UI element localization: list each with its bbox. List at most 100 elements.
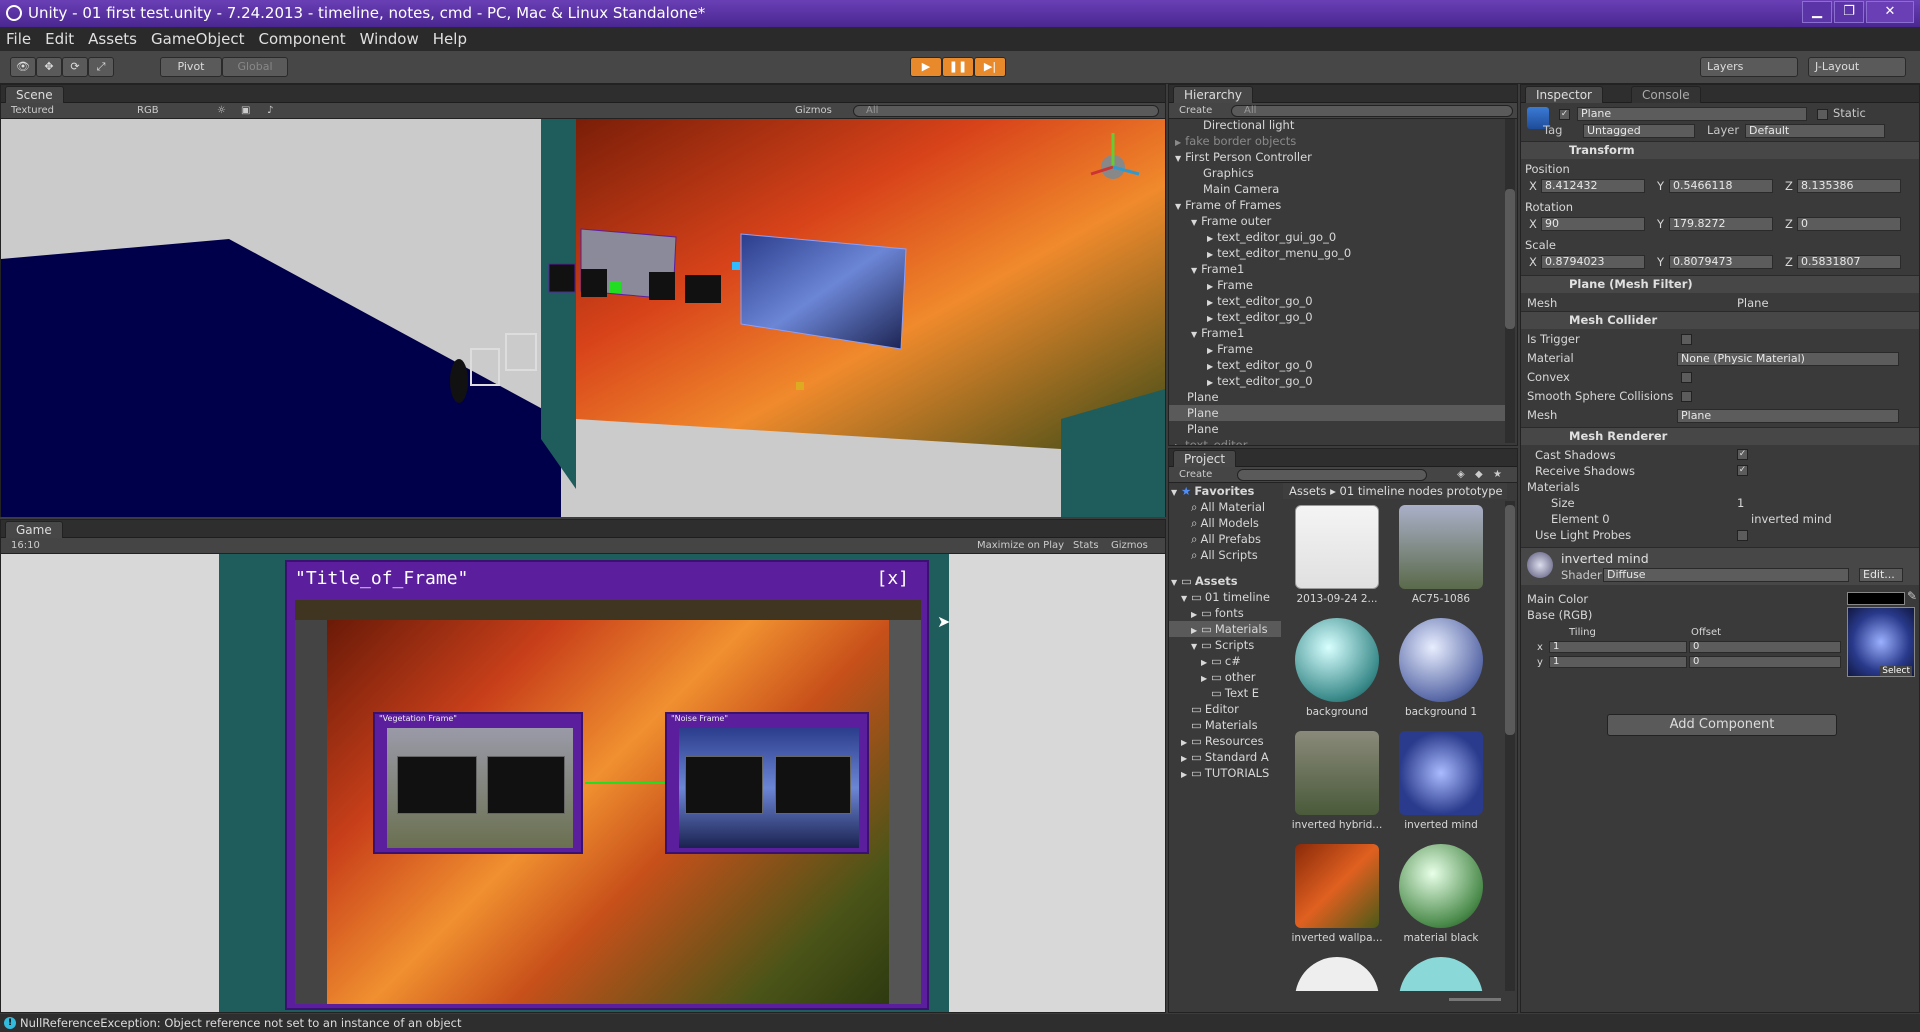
base-texture-thumbnail[interactable]: Select [1847, 607, 1915, 677]
favorite-item[interactable]: ⌕ All Models [1169, 515, 1281, 531]
shader-dropdown[interactable]: Diffuse [1603, 568, 1849, 582]
active-checkbox[interactable]: ✓ [1559, 109, 1570, 120]
scene-gizmos-dropdown[interactable]: Gizmos [791, 104, 841, 118]
hierarchy-item[interactable]: ▶ text_editor_go_0 [1169, 357, 1505, 373]
hierarchy-item[interactable]: ▼ Frame1 [1169, 261, 1505, 277]
tab-scene[interactable]: Scene [5, 86, 64, 103]
asset-thumbnail[interactable] [1295, 731, 1379, 815]
folder-arrow-icon[interactable]: ▼ [1191, 639, 1201, 655]
collapse-arrow-icon[interactable]: ▶ [1207, 234, 1213, 243]
frame-scrollbar[interactable] [889, 620, 921, 1004]
materials-size-value[interactable]: 1 [1737, 495, 1797, 511]
maximize-on-play-toggle[interactable]: Maximize on Play [973, 539, 1068, 553]
expand-arrow-icon[interactable]: ▼ [1191, 218, 1197, 227]
collapse-arrow-icon[interactable]: ▶ [1207, 346, 1213, 355]
collapse-arrow-icon[interactable]: ▶ [1175, 138, 1181, 147]
layout-dropdown[interactable]: J-Layout [1808, 57, 1906, 77]
hierarchy-item[interactable]: ▶ fake border objects [1169, 133, 1505, 149]
hierarchy-item[interactable]: ▶ text_editor [1169, 437, 1505, 445]
transform-header[interactable]: Transform [1521, 141, 1919, 159]
asset-thumbnail-partial[interactable] [1295, 957, 1379, 991]
favorite-item[interactable]: ⌕ All Prefabs [1169, 531, 1281, 547]
hierarchy-item[interactable]: Graphics [1169, 165, 1505, 181]
hierarchy-create-dropdown[interactable]: Create [1175, 104, 1216, 118]
frame-close-button[interactable]: [x] [876, 568, 909, 589]
collapse-arrow-icon[interactable]: ▶ [1207, 250, 1213, 259]
scale-x-field[interactable]: 0.8794023 [1541, 255, 1645, 269]
light-probes-checkbox[interactable] [1737, 530, 1748, 541]
audio-toggle-icon[interactable]: ♪ [263, 104, 277, 118]
skybox-toggle-icon[interactable]: ▣ [237, 104, 254, 118]
material-header[interactable]: inverted mind Shader Diffuse Edit... [1521, 547, 1919, 585]
static-checkbox[interactable] [1817, 109, 1828, 120]
main-color-swatch[interactable] [1847, 592, 1905, 605]
asset-thumbnail[interactable] [1399, 505, 1483, 589]
collapse-arrow-icon[interactable]: ▶ [1175, 442, 1181, 445]
tab-game[interactable]: Game [5, 521, 63, 538]
hierarchy-item[interactable]: ▶ text_editor_go_0 [1169, 309, 1505, 325]
project-create-dropdown[interactable]: Create [1175, 468, 1216, 482]
smooth-collisions-checkbox[interactable] [1681, 391, 1692, 402]
favorite-item[interactable]: ⌕ All Material [1169, 499, 1281, 515]
tab-hierarchy[interactable]: Hierarchy [1173, 86, 1254, 103]
folder-item[interactable]: ▶ ▭ Resources [1169, 733, 1281, 749]
expand-arrow-icon[interactable]: ▼ [1191, 330, 1197, 339]
rotation-x-field[interactable]: 90 [1541, 217, 1645, 231]
asset-thumbnail[interactable] [1399, 844, 1483, 928]
expand-arrow-icon[interactable]: ▼ [1191, 266, 1197, 275]
global-toggle[interactable]: Global [222, 57, 288, 77]
pivot-toggle[interactable]: Pivot [160, 57, 222, 77]
tab-console[interactable]: Console [1631, 86, 1701, 103]
collapse-arrow-icon[interactable]: ▶ [1207, 314, 1213, 323]
menu-edit[interactable]: Edit [45, 30, 74, 48]
hierarchy-item[interactable]: ▶ Frame [1169, 341, 1505, 357]
folder-item[interactable]: ▭ Editor [1169, 701, 1281, 717]
layers-dropdown[interactable]: Layers [1700, 57, 1798, 77]
main-frame-window[interactable]: "Title_of_Frame" [x] "Vegetation Frame" … [285, 560, 929, 1010]
folder-arrow-icon[interactable]: ▼ [1171, 575, 1181, 591]
tab-inspector[interactable]: Inspector [1525, 86, 1603, 103]
lighting-toggle-icon[interactable]: ☼ [213, 104, 230, 118]
add-component-button[interactable]: Add Component [1607, 714, 1837, 736]
layer-dropdown[interactable]: Default [1745, 124, 1885, 138]
folder-item[interactable]: ▭ Materials [1169, 717, 1281, 733]
shader-edit-button[interactable]: Edit... [1859, 568, 1903, 582]
rotation-z-field[interactable]: 0 [1797, 217, 1901, 231]
breadcrumb-folder[interactable]: 01 timeline nodes prototype [1340, 484, 1503, 498]
color-mode-dropdown[interactable]: RGB [133, 104, 203, 118]
folder-item[interactable]: ▭ Text E [1169, 685, 1281, 701]
folder-item[interactable]: ▶ ▭ c# [1169, 653, 1281, 669]
element-0-value[interactable]: inverted mind [1737, 511, 1887, 527]
scene-search-input[interactable]: All [853, 105, 1159, 117]
position-y-field[interactable]: 0.5466118 [1669, 179, 1773, 193]
expand-arrow-icon[interactable]: ▼ [1175, 154, 1181, 163]
is-trigger-checkbox[interactable] [1681, 334, 1692, 345]
mesh-filter-mesh-value[interactable]: Plane [1737, 295, 1877, 311]
aspect-dropdown[interactable]: 16:10 [7, 539, 163, 553]
hierarchy-item[interactable]: ▶ text_editor_go_0 [1169, 373, 1505, 389]
menu-component[interactable]: Component [259, 30, 346, 48]
hierarchy-item[interactable]: ▶ text_editor_menu_go_0 [1169, 245, 1505, 261]
minimize-button[interactable]: ▁ [1802, 1, 1832, 23]
position-x-field[interactable]: 8.412432 [1541, 179, 1645, 193]
maximize-button[interactable]: ❐ [1834, 1, 1864, 23]
folder-item[interactable]: ▶ ▭ Materials [1169, 621, 1281, 637]
text-editor-4[interactable] [775, 756, 851, 814]
menu-assets[interactable]: Assets [88, 30, 137, 48]
status-bar[interactable]: ! NullReferenceException: Object referen… [0, 1014, 1920, 1032]
rotation-y-field[interactable]: 179.8272 [1669, 217, 1773, 231]
asset-thumbnail[interactable] [1295, 844, 1379, 928]
project-search-input[interactable] [1237, 469, 1427, 481]
thumbnail-size-slider[interactable] [1449, 998, 1501, 1001]
folder-arrow-icon[interactable]: ▼ [1181, 591, 1191, 607]
rotate-tool-icon[interactable]: ⟳ [62, 57, 88, 77]
filter-by-type-icon[interactable]: ◈ [1453, 468, 1469, 482]
hierarchy-search-input[interactable]: All [1231, 105, 1513, 117]
folder-item[interactable]: ▶ ▭ Standard A [1169, 749, 1281, 765]
hierarchy-item[interactable]: ▼ Frame of Frames [1169, 197, 1505, 213]
move-tool-icon[interactable]: ✥ [36, 57, 62, 77]
play-button[interactable]: ▶ [910, 57, 942, 77]
hand-tool-eye-icon[interactable]: 👁 [10, 57, 36, 77]
texture-select-button[interactable]: Select [1880, 666, 1912, 676]
hierarchy-item[interactable]: Plane [1169, 405, 1505, 421]
